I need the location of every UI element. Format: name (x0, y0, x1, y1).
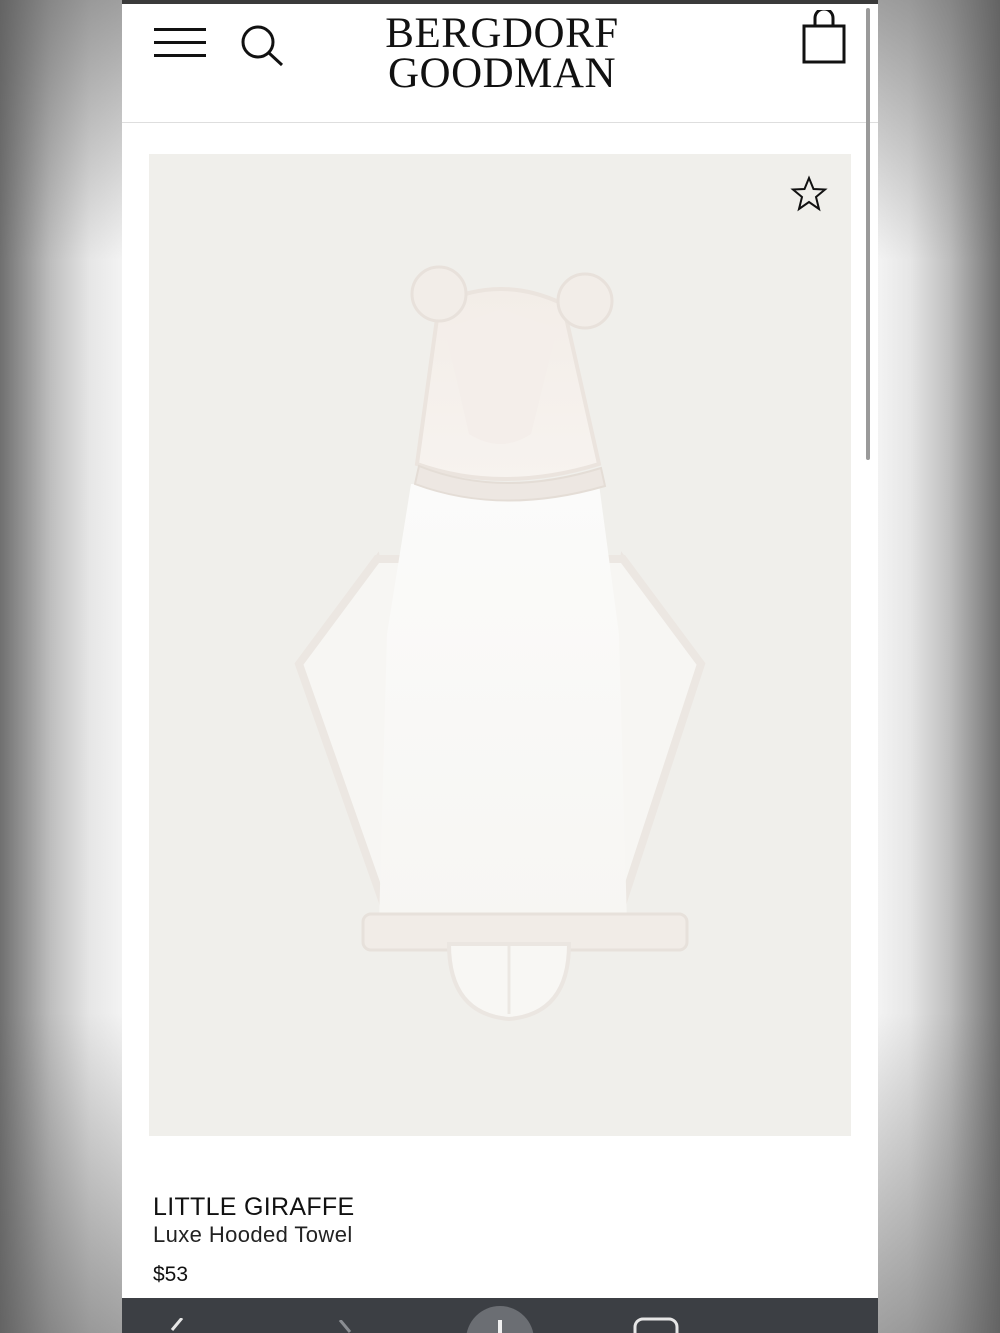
phone-screen: BERGDORF GOODMAN LITTLE GIRAFFE Luxe Hoo… (122, 0, 878, 1333)
scrollbar[interactable] (866, 8, 870, 460)
bergdorf-goodman-logo[interactable]: BERGDORF GOODMAN (352, 10, 652, 97)
back-arrow-icon[interactable] (162, 1317, 186, 1333)
product-price: $53 (153, 1263, 189, 1286)
new-tab-plus-icon[interactable] (464, 1304, 536, 1333)
hooded-towel-illustration (294, 265, 706, 1022)
site-header: BERGDORF GOODMAN (122, 4, 878, 123)
product-info: LITTLE GIRAFFE Luxe Hooded Towel $53 (153, 1192, 843, 1288)
logo-line-1: BERGDORF (385, 10, 619, 57)
tabs-icon[interactable] (632, 1316, 682, 1333)
shopping-bag-icon[interactable] (800, 7, 852, 66)
browser-toolbar (122, 1298, 878, 1333)
search-icon[interactable] (238, 22, 286, 70)
hamburger-menu-icon[interactable] (154, 26, 208, 60)
product-brand[interactable]: LITTLE GIRAFFE (153, 1192, 843, 1222)
product-name[interactable]: Luxe Hooded Towel (153, 1222, 843, 1248)
logo-line-2: GOODMAN (387, 50, 617, 97)
product-image[interactable] (149, 154, 851, 1136)
forward-arrow-icon[interactable] (336, 1319, 360, 1333)
star-outline-icon[interactable] (789, 174, 829, 214)
